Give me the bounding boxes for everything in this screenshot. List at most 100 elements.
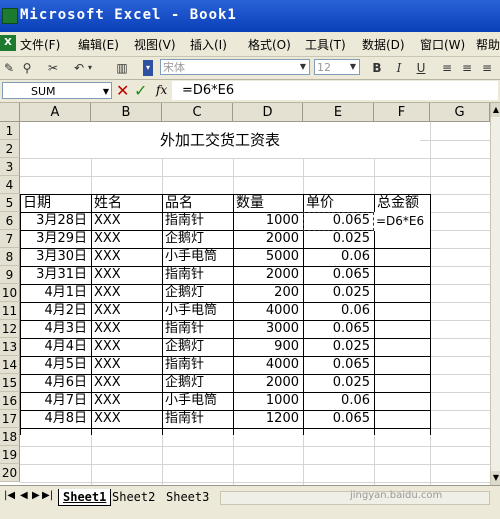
table-cell[interactable]: 指南针 <box>162 410 233 428</box>
table-header-cell[interactable]: 品名 <box>162 194 193 212</box>
chevron-down-icon[interactable]: ▼ <box>297 60 309 74</box>
table-cell[interactable]: 0.06 <box>303 248 374 266</box>
insert-function-icon[interactable]: fx <box>156 83 167 97</box>
table-cell[interactable]: 1000 <box>233 212 303 230</box>
table-cell[interactable]: XXX <box>91 302 162 320</box>
table-header-cell[interactable]: 日期 <box>20 194 51 212</box>
table-cell[interactable]: 企鹅灯 <box>162 284 233 302</box>
row-header[interactable]: 5 <box>0 194 20 212</box>
menu-item[interactable]: 插入(I) <box>190 36 227 53</box>
font-size-select[interactable]: 12 ▼ <box>314 59 360 75</box>
table-header-cell[interactable]: 姓名 <box>91 194 122 212</box>
table-cell[interactable]: 指南针 <box>162 212 233 230</box>
active-cell-edit[interactable]: =D6*E6 <box>374 212 430 231</box>
format-painter-icon[interactable]: ✎ <box>2 60 16 76</box>
row-header[interactable]: 18 <box>0 428 20 446</box>
workbook-icon[interactable]: X <box>0 35 16 51</box>
row-header[interactable]: 12 <box>0 320 20 338</box>
tab-sheet2[interactable]: Sheet2 <box>108 489 159 505</box>
table-cell[interactable]: 3月29日 <box>20 230 91 248</box>
table-cell[interactable]: 900 <box>233 338 303 356</box>
table-cell[interactable]: 小手电筒 <box>162 392 233 410</box>
table-cell[interactable]: 0.065 <box>303 356 374 374</box>
table-cell[interactable]: 2000 <box>233 230 303 248</box>
worksheet-grid[interactable]: A B C D E F G 1 2 3 4 5 6 7 8 9 10 11 12 13 14 15 16 17 18 19 20 外加… <box>0 103 490 485</box>
menu-item[interactable]: 数据(D) <box>362 36 405 53</box>
table-cell[interactable]: 4月6日 <box>20 374 91 392</box>
table-cell[interactable]: 0.025 <box>303 230 374 248</box>
table-cell[interactable]: 0.065 <box>303 410 374 428</box>
table-cell[interactable]: 2000 <box>233 374 303 392</box>
table-cell[interactable]: XXX <box>91 212 162 230</box>
row-header[interactable]: 7 <box>0 230 20 248</box>
tab-sheet3[interactable]: Sheet3 <box>162 489 213 505</box>
row-header[interactable]: 6 <box>0 212 20 230</box>
table-cell[interactable]: 0.025 <box>303 284 374 302</box>
row-header[interactable]: 10 <box>0 284 20 302</box>
align-left-icon[interactable]: ≡ <box>440 60 454 76</box>
formula-input[interactable]: =D6*E6 <box>172 81 498 100</box>
table-cell[interactable]: 1000 <box>233 392 303 410</box>
menu-item[interactable]: 工具(T) <box>305 36 346 53</box>
next-sheet-icon[interactable]: ▶ <box>32 490 40 501</box>
select-all-corner[interactable] <box>0 103 20 122</box>
table-cell[interactable]: 4月2日 <box>20 302 91 320</box>
sheet-title[interactable]: 外加工交货工资表 <box>20 122 420 158</box>
table-cell[interactable]: XXX <box>91 248 162 266</box>
table-cell[interactable]: XXX <box>91 374 162 392</box>
table-header-cell[interactable]: 单价 <box>303 194 334 212</box>
row-header[interactable]: 17 <box>0 410 20 428</box>
align-right-icon[interactable]: ≡ <box>480 60 494 76</box>
menu-item[interactable]: 视图(V) <box>134 36 176 53</box>
undo-icon[interactable]: ↶ <box>72 60 86 76</box>
table-cell[interactable]: 小手电筒 <box>162 248 233 266</box>
table-cell[interactable]: 指南针 <box>162 266 233 284</box>
table-cell[interactable]: 0.06 <box>303 392 374 410</box>
table-header-cell[interactable]: 数量 <box>233 194 264 212</box>
undo-dropdown-icon[interactable]: ▾ <box>86 60 94 76</box>
row-header[interactable]: 1 <box>0 122 20 140</box>
column-header[interactable]: D <box>233 103 303 122</box>
table-header-cell[interactable]: 总金额 <box>374 194 419 212</box>
table-cell[interactable]: XXX <box>91 284 162 302</box>
table-cell[interactable]: 0.025 <box>303 338 374 356</box>
table-cell[interactable]: XXX <box>91 338 162 356</box>
row-header[interactable]: 2 <box>0 140 20 158</box>
table-cell[interactable]: XXX <box>91 410 162 428</box>
column-header[interactable]: E <box>303 103 374 122</box>
row-header[interactable]: 13 <box>0 338 20 356</box>
column-header[interactable]: F <box>374 103 430 122</box>
table-cell[interactable]: 0.065 <box>303 212 374 230</box>
table-cell[interactable]: 3月28日 <box>20 212 91 230</box>
table-cell[interactable]: 4月4日 <box>20 338 91 356</box>
table-cell[interactable]: 4月5日 <box>20 356 91 374</box>
table-cell[interactable]: 4000 <box>233 356 303 374</box>
table-cell[interactable]: 指南针 <box>162 356 233 374</box>
cut-icon[interactable]: ✂ <box>46 60 60 76</box>
row-header[interactable]: 9 <box>0 266 20 284</box>
table-cell[interactable]: 0.065 <box>303 266 374 284</box>
table-cell[interactable]: 5000 <box>233 248 303 266</box>
column-header[interactable]: G <box>430 103 490 122</box>
table-cell[interactable]: 3月31日 <box>20 266 91 284</box>
table-cell[interactable]: 4月1日 <box>20 284 91 302</box>
excel-app-icon[interactable] <box>2 8 18 24</box>
table-cell[interactable]: XXX <box>91 266 162 284</box>
table-cell[interactable]: XXX <box>91 356 162 374</box>
vertical-scrollbar[interactable]: ▲ ▼ <box>490 103 500 485</box>
row-header[interactable]: 14 <box>0 356 20 374</box>
table-cell[interactable]: 4月7日 <box>20 392 91 410</box>
column-header[interactable]: C <box>162 103 233 122</box>
table-cell[interactable]: XXX <box>91 230 162 248</box>
row-header[interactable]: 16 <box>0 392 20 410</box>
row-header[interactable]: 8 <box>0 248 20 266</box>
chevron-down-icon[interactable]: ▼ <box>103 83 109 100</box>
italic-button[interactable]: I <box>392 60 406 76</box>
table-cell[interactable]: 企鹅灯 <box>162 374 233 392</box>
row-header[interactable]: 20 <box>0 464 20 482</box>
row-header[interactable]: 19 <box>0 446 20 464</box>
enter-check-icon[interactable]: ✓ <box>134 81 147 100</box>
table-cell[interactable]: 200 <box>233 284 303 302</box>
prev-sheet-icon[interactable]: ◀ <box>20 490 28 501</box>
scroll-up-icon[interactable]: ▲ <box>491 103 500 117</box>
